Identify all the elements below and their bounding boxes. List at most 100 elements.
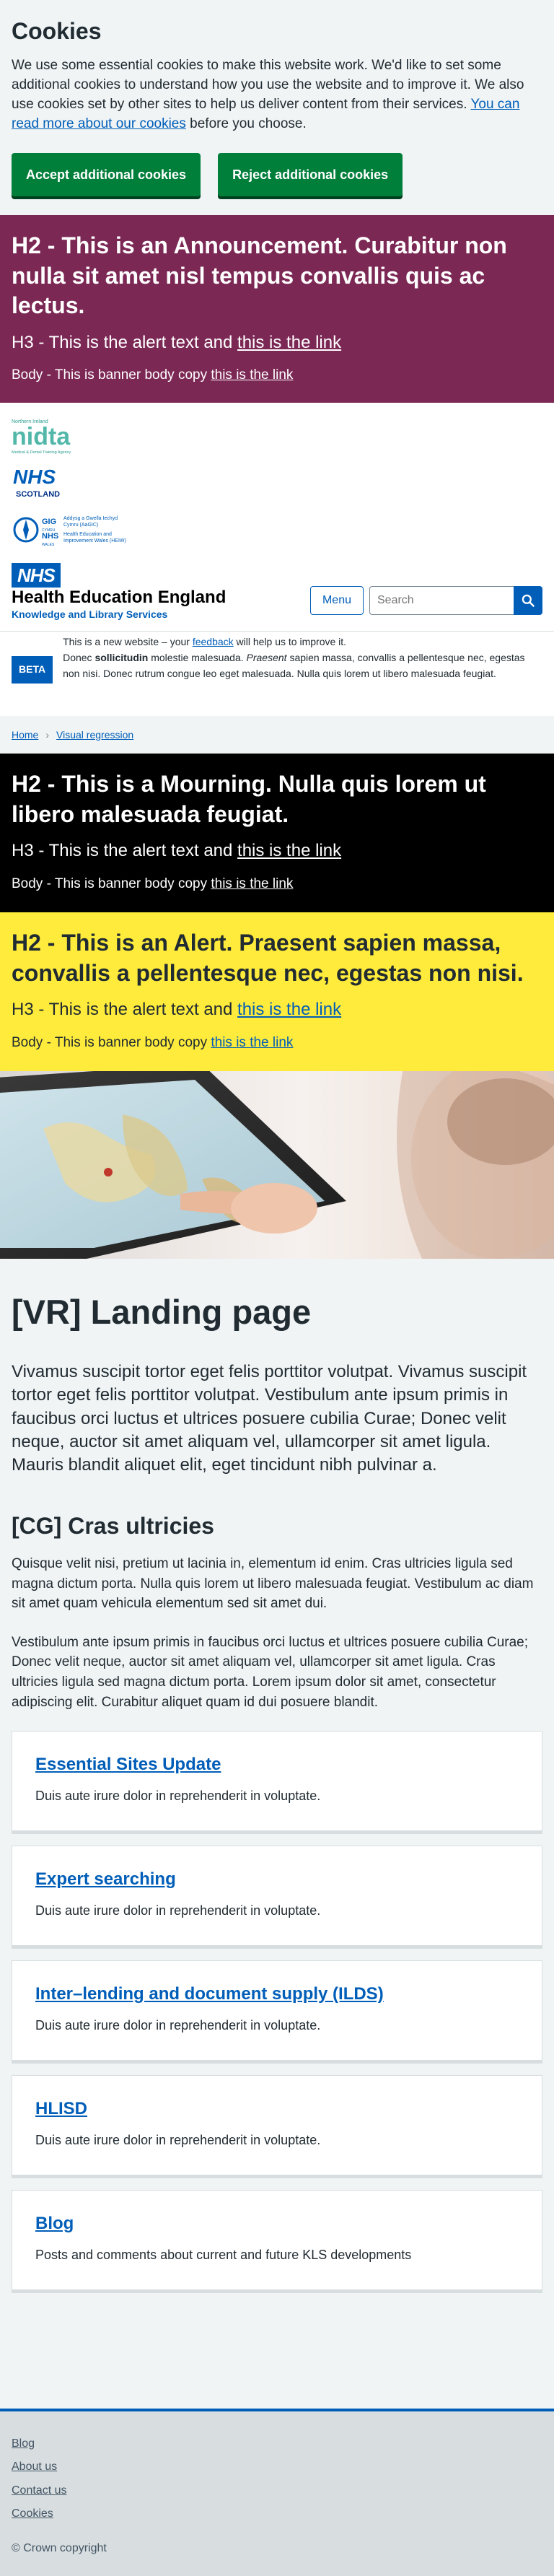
alert-subheading: H3 - This is the alert text and this is …: [12, 998, 542, 1021]
nhs-scotland-nhs: NHS: [13, 466, 56, 488]
mourning-body-text: Body - This is banner body copy: [12, 876, 211, 891]
footer-link-blog[interactable]: Blog: [12, 2437, 35, 2450]
card-title-link[interactable]: Expert searching: [35, 1868, 519, 1890]
card-expert-searching[interactable]: Expert searching Duis aute irure dolor i…: [12, 1846, 542, 1947]
search-submit-button[interactable]: [514, 585, 542, 615]
alert-h3-link[interactable]: this is the link: [237, 1000, 341, 1019]
mourning-body-link[interactable]: this is the link: [211, 876, 293, 891]
announcement-heading: H2 - This is an Announcement. Curabitur …: [12, 232, 507, 319]
card-description: Duis aute irure dolor in reprehenderit i…: [35, 2133, 321, 2148]
cookie-text-body: We use some essential cookies to make th…: [12, 58, 524, 113]
nhs-scotland-logo[interactable]: NHS SCOTLAND: [12, 463, 63, 502]
heiw-wales: WALES: [42, 543, 55, 547]
card-essential-sites[interactable]: Essential Sites Update Duis aute irure d…: [12, 1731, 542, 1832]
phase-line-1-a: This is a new website – your: [63, 636, 193, 648]
alert-banner: H2 - This is an Alert. Praesent sapien m…: [0, 912, 554, 1072]
card-title-link[interactable]: HLISD: [35, 2097, 519, 2120]
card-list: Essential Sites Update Duis aute irure d…: [12, 1731, 542, 2291]
footer-link-cookies[interactable]: Cookies: [12, 2507, 53, 2520]
phase-line-2-italic: Praesent: [246, 651, 287, 663]
copyright: © Crown copyright: [12, 2541, 107, 2554]
main-content: [VR] Landing page Vivamus suscipit torto…: [0, 1259, 554, 2291]
menu-button[interactable]: Menu: [309, 585, 364, 615]
section-paragraph-1: Quisque velit nisi, pretium ut lacinia i…: [12, 1556, 534, 1612]
hero-illustration: [0, 1071, 554, 1259]
heiw-nhs: NHS: [42, 532, 58, 541]
card-description: Posts and comments about current and fut…: [35, 2248, 412, 2263]
alert-subheading-text: H3 - This is the alert text and: [12, 1000, 238, 1020]
partner-logos: Northern Ireland nidta Medical & Dental …: [0, 403, 554, 632]
beta-tag: BETA: [12, 656, 53, 684]
heiw-cymru: CYMRU: [42, 528, 56, 533]
breadcrumb: Home › Visual regression: [0, 716, 554, 754]
phase-line-2-b: molestie malesuada.: [148, 651, 247, 663]
lede-text: Vivamus suscipit tortor eget felis portt…: [12, 1361, 527, 1475]
phase-banner: BETA This is a new website – your feedba…: [0, 631, 554, 717]
heiw-text3: Health Education and: [63, 532, 112, 537]
nimdta-logo-line2: Medical & Dental Training Agency: [12, 450, 71, 455]
phase-line-2-a: Donec: [63, 651, 95, 663]
search-icon: [522, 594, 535, 607]
announcement-body-link[interactable]: this is the link: [211, 367, 293, 383]
nhs-scotland-word: SCOTLAND: [16, 490, 60, 499]
alert-heading: H2 - This is an Alert. Praesent sapien m…: [12, 930, 524, 986]
cookie-text-after: before you choose.: [185, 116, 307, 132]
search-input[interactable]: [369, 585, 514, 615]
mourning-subheading-text: H3 - This is the alert text and: [12, 841, 238, 861]
heiw-text2: Cymru (AaGIC): [63, 523, 98, 528]
card-title-link[interactable]: Inter–lending and document supply (ILDS): [35, 1983, 519, 2005]
organisation-strapline: Knowledge and Library Services: [12, 608, 168, 621]
chevron-right-icon: ›: [45, 728, 50, 741]
card-hlisd[interactable]: HLISD Duis aute irure dolor in reprehend…: [12, 2075, 542, 2176]
nimdta-logo[interactable]: Northern Ireland nidta Medical & Dental …: [12, 417, 87, 455]
phase-line-1-b: will help us to improve it.: [233, 636, 347, 648]
cookie-banner: Cookies We use some essential cookies to…: [0, 0, 554, 216]
site-header: NHS Health Education England Knowledge a…: [12, 563, 542, 621]
accept-cookies-button[interactable]: Accept additional cookies: [12, 153, 201, 197]
heiw-text1: Addysg a Gwella Iechyd: [63, 516, 118, 521]
nhs-logo: NHS: [12, 563, 61, 588]
site-footer: Blog About us Contact us Cookies © Crown…: [0, 2409, 554, 2576]
reject-cookies-button[interactable]: Reject additional cookies: [218, 153, 403, 197]
card-blog[interactable]: Blog Posts and comments about current an…: [12, 2190, 542, 2291]
card-description: Duis aute irure dolor in reprehenderit i…: [35, 2018, 321, 2033]
card-title-link[interactable]: Blog: [35, 2212, 519, 2235]
alert-body-link[interactable]: this is the link: [211, 1035, 293, 1050]
mourning-heading: H2 - This is a Mourning. Nulla quis lore…: [12, 771, 486, 827]
mourning-h3-link[interactable]: this is the link: [237, 841, 341, 860]
announcement-body: Body - This is banner body copy this is …: [12, 366, 542, 385]
announcement-h3-link[interactable]: this is the link: [237, 333, 341, 352]
announcement-body-text: Body - This is banner body copy: [12, 367, 211, 383]
breadcrumb-current[interactable]: Visual regression: [56, 728, 133, 743]
hero-image: [0, 1071, 554, 1259]
footer-link-contact[interactable]: Contact us: [12, 2484, 66, 2497]
breadcrumb-home[interactable]: Home: [12, 728, 38, 743]
nimdta-logo-word: nidta: [12, 423, 71, 450]
mourning-banner: H2 - This is a Mourning. Nulla quis lore…: [0, 754, 554, 913]
phase-line-2: Donec sollicitudin molestie malesuada. P…: [63, 650, 542, 681]
phase-line-1: This is a new website – your feedback wi…: [63, 634, 542, 650]
cookie-text: We use some essential cookies to make th…: [12, 56, 542, 134]
card-description: Duis aute irure dolor in reprehenderit i…: [35, 1903, 321, 1918]
header-actions: Menu: [309, 585, 542, 615]
search-form: [369, 585, 542, 615]
heiw-text4: Improvement Wales (HEIW): [63, 538, 126, 543]
organisation-name: Health Education England: [12, 588, 227, 608]
announcement-banner: H2 - This is an Announcement. Curabitur …: [0, 215, 554, 403]
heiw-logo[interactable]: GIG NHS CYMRU WALES Addysg a Gwella Iech…: [12, 511, 127, 551]
hee-logo-link[interactable]: NHS Health Education England Knowledge a…: [12, 563, 226, 621]
card-title-link[interactable]: Essential Sites Update: [35, 1753, 519, 1776]
footer-link-about[interactable]: About us: [12, 2461, 57, 2473]
mourning-body: Body - This is banner body copy this is …: [12, 875, 542, 894]
section-title: [CG] Cras ultricies: [12, 1512, 214, 1539]
card-ilds[interactable]: Inter–lending and document supply (ILDS)…: [12, 1960, 542, 2061]
feedback-link[interactable]: feedback: [193, 636, 234, 647]
phase-line-2-bold: sollicitudin: [94, 651, 149, 663]
announcement-subheading: H3 - This is the alert text and this is …: [12, 331, 542, 354]
phase-content: This is a new website – your feedback wi…: [63, 634, 542, 707]
footer-item: About us: [12, 2459, 542, 2475]
page-title: [VR] Landing page: [12, 1293, 312, 1332]
alert-body-text: Body - This is banner body copy: [12, 1034, 211, 1050]
heiw-gig: GIG: [42, 518, 56, 526]
cookie-title: Cookies: [12, 18, 102, 44]
